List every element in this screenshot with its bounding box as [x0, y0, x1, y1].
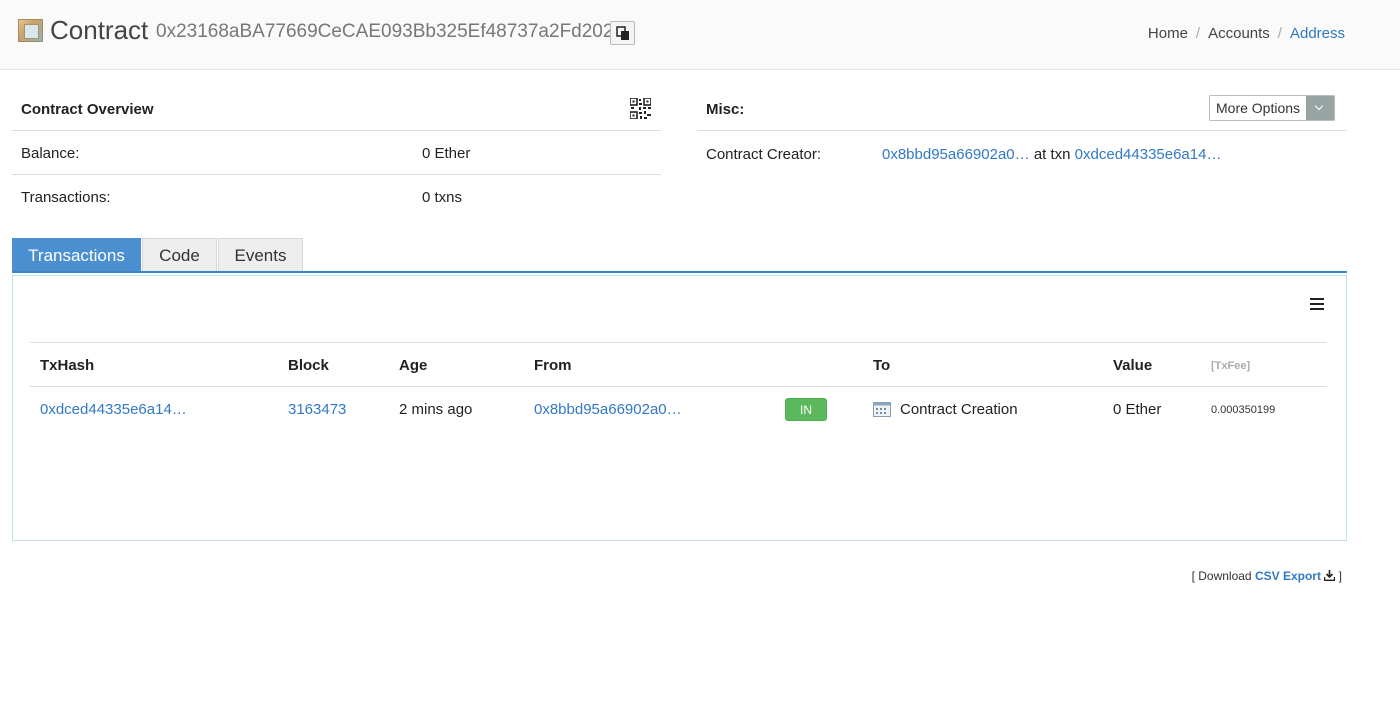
- contract-logo-icon: [18, 19, 43, 42]
- col-txfee[interactable]: [TxFee]: [1211, 360, 1250, 372]
- csv-export-link[interactable]: CSV Export: [1255, 569, 1321, 583]
- balance-value: 0 Ether: [422, 145, 471, 162]
- balance-label: Balance:: [21, 145, 80, 162]
- copy-icon: [616, 26, 629, 40]
- tab-transactions[interactable]: Transactions: [12, 238, 141, 271]
- table-header-row: TxHash Block Age From To Value [TxFee]: [30, 342, 1327, 387]
- col-age: Age: [399, 357, 428, 374]
- breadcrumb-address: Address: [1289, 25, 1345, 42]
- value-amount: 0 Ether: [1113, 401, 1162, 418]
- col-value: Value: [1113, 357, 1153, 374]
- overview-title: Contract Overview: [21, 101, 154, 118]
- transactions-table: TxHash Block Age From To Value [TxFee] 0…: [30, 342, 1327, 431]
- qr-code-icon[interactable]: [630, 98, 651, 119]
- from-address-link[interactable]: 0x8bbd95a66902a0…: [534, 401, 682, 418]
- tab-events[interactable]: Events: [218, 238, 303, 271]
- col-block: Block: [288, 357, 329, 374]
- transactions-label: Transactions:: [21, 189, 111, 206]
- creator-address-link[interactable]: 0x8bbd95a66902a0…: [882, 146, 1030, 163]
- copy-address-button[interactable]: [610, 21, 635, 45]
- breadcrumb-accounts[interactable]: Accounts: [1208, 25, 1270, 42]
- hamburger-menu-icon[interactable]: [1310, 298, 1324, 310]
- download-icon[interactable]: [1324, 570, 1336, 581]
- csv-prefix: [ Download: [1191, 569, 1252, 583]
- breadcrumb-home[interactable]: Home: [1148, 25, 1188, 42]
- misc-panel: Misc: More Options Contract Creator: 0x8…: [697, 88, 1347, 177]
- misc-title: Misc:: [706, 101, 745, 118]
- age-value: 2 mins ago: [399, 401, 473, 418]
- csv-export: [ Download CSV Export ]: [1192, 569, 1342, 583]
- tab-code[interactable]: Code: [142, 238, 217, 271]
- contract-creation-icon: [873, 402, 891, 417]
- txhash-link[interactable]: 0xdced44335e6a14…: [40, 401, 187, 418]
- col-txhash: TxHash: [40, 357, 95, 374]
- creator-txn-link[interactable]: 0xdced44335e6a14…: [1075, 146, 1222, 163]
- contract-creator-row: Contract Creator: 0x8bbd95a66902a0… at t…: [697, 131, 1347, 177]
- col-to: To: [873, 357, 891, 374]
- breadcrumb: Home / Accounts / Address: [1147, 25, 1345, 42]
- balance-row: Balance: 0 Ether: [12, 131, 661, 175]
- transactions-panel: TxHash Block Age From To Value [TxFee] 0…: [12, 275, 1347, 541]
- table-row: 0xdced44335e6a14… 3163473 2 mins ago 0x8…: [30, 387, 1327, 431]
- page-header: Contract 0x23168aBA77669CeCAE093Bb325Ef4…: [0, 0, 1400, 70]
- csv-suffix: ]: [1338, 569, 1342, 583]
- txfee-value: 0.000350199: [1211, 404, 1276, 416]
- contract-creator-label: Contract Creator:: [706, 146, 822, 163]
- at-txn-text: at txn: [1033, 146, 1071, 163]
- direction-badge: IN: [785, 398, 827, 421]
- transactions-value: 0 txns: [422, 189, 463, 206]
- col-from: From: [534, 357, 572, 374]
- contract-address: 0x23168aBA77669CeCAE093Bb325Ef48737a2Fd2…: [156, 21, 614, 42]
- chevron-down-icon[interactable]: [1306, 96, 1334, 120]
- more-options-button[interactable]: More Options: [1209, 95, 1335, 121]
- page-title: Contract: [50, 15, 149, 45]
- block-link[interactable]: 3163473: [288, 401, 346, 418]
- transactions-row: Transactions: 0 txns: [12, 175, 661, 219]
- tab-bar: Transactions Code Events: [12, 238, 1347, 273]
- contract-overview-panel: Contract Overview Balance: 0 Ether Trans…: [12, 88, 661, 219]
- more-options-label: More Options: [1216, 100, 1301, 116]
- to-value: Contract Creation: [900, 401, 1018, 418]
